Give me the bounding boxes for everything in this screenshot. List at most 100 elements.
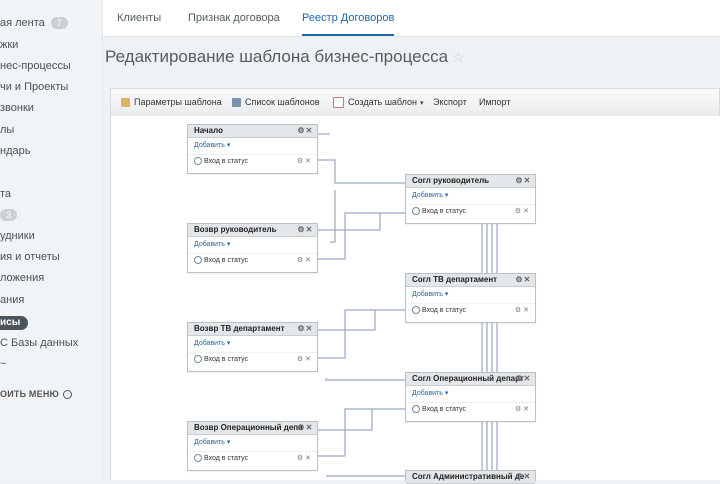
star-icon[interactable]: ☆ [452,49,465,65]
action-row[interactable]: Вход в статус ⚙ ✕ [188,352,317,367]
state-icon [412,207,420,216]
sidebar-item-business-processes[interactable]: нес-процессы [0,56,71,76]
add-action-link[interactable]: Добавить ▾ [188,338,317,350]
action-row[interactable]: Вход в статус ⚙ ✕ [406,303,535,318]
activity-block-approve-operations[interactable]: Согл Операционный департ ⚙✕ Добавить ▾ Вх… [405,372,536,422]
action-row[interactable]: Вход в статус ⚙ ✕ [406,204,535,219]
activity-block-approve-admin[interactable]: Согл Административный де ⚙✕ [405,470,536,484]
page-title-text: Редактирование шаблона бизнес-процесса [105,47,449,66]
action-label: Вход в статус [422,307,467,314]
activity-block-approve-tv-dept[interactable]: Согл ТВ департамент ⚙✕ Добавить ▾ Вход в … [405,273,536,323]
activity-block-return-operations[interactable]: Возвр Операционный депа ⚙✕ Добавить ▾ Вхо… [187,421,318,471]
action-label: Вход в статус [422,406,467,413]
state-icon [412,306,420,315]
sidebar-item-calls[interactable]: звонки [0,98,34,118]
close-icon[interactable]: ✕ [523,274,531,286]
add-action-link[interactable]: Добавить ▾ [188,239,317,251]
settings-icon[interactable]: ⚙ [297,125,305,137]
sidebar-item-files[interactable]: лы [0,120,14,140]
action-row[interactable]: Вход в статус ⚙ ✕ [188,451,317,466]
settings-icon[interactable]: ⚙ [515,274,523,286]
configure-menu-button[interactable]: ОИТЬ МЕНЮ [0,384,73,404]
close-icon[interactable]: ✕ [523,175,531,187]
block-header: Начало ⚙✕ [188,125,317,138]
block-title: Возвр ТВ департамент [194,324,285,333]
sidebar-item-label: ая лента [0,17,45,29]
add-action-link[interactable]: Добавить ▾ [406,289,535,301]
settings-icon[interactable]: ⚙ [297,158,303,165]
sidebar-item-label: ания [0,294,25,306]
sidebar-item-calendar[interactable]: ндарь [0,141,30,161]
settings-icon[interactable]: ⚙ [515,373,523,385]
export-button[interactable]: Экспорт [433,89,467,116]
settings-icon[interactable]: ⚙ [297,257,303,264]
sidebar-item-feed[interactable]: ая лента 7 [0,13,68,33]
settings-icon[interactable]: ⚙ [297,356,303,363]
block-header: Согл Административный де ⚙✕ [406,471,535,484]
settings-icon[interactable]: ⚙ [515,471,523,483]
settings-icon[interactable]: ⚙ [515,208,521,215]
action-row[interactable]: Вход в статус ⚙ ✕ [188,154,317,169]
sidebar-item-counter[interactable]: 3 [0,205,18,225]
template-list-button[interactable]: Список шаблонов [232,89,320,116]
block-title: Возвр руководитель [194,225,277,234]
add-label: Добавить [194,439,225,446]
close-icon[interactable]: ✕ [305,125,313,137]
tab-contracts-registry[interactable]: Реестр Договоров [302,0,395,36]
configure-menu-label: ОИТЬ МЕНЮ [0,389,60,399]
block-title: Начало [194,126,223,135]
close-icon[interactable]: ✕ [523,307,529,314]
settings-icon[interactable]: ⚙ [297,224,305,236]
block-controls: ⚙✕ [297,224,313,236]
settings-icon[interactable]: ⚙ [515,406,521,413]
sidebar-item-1c-database[interactable]: С Базы данных [0,333,78,353]
block-header: Возвр Операционный депа ⚙✕ [188,422,317,435]
activity-block-approve-manager[interactable]: Согл руководитель ⚙✕ Добавить ▾ Вход в ст… [405,174,536,224]
add-action-link[interactable]: Добавить ▾ [406,190,535,202]
close-icon[interactable]: ✕ [523,373,531,385]
settings-icon[interactable]: ⚙ [515,307,521,314]
close-icon[interactable]: ✕ [523,406,529,413]
template-params-button[interactable]: Параметры шаблона [121,89,222,116]
close-icon[interactable]: ✕ [305,356,311,363]
sidebar-item-company[interactable]: ания [0,290,24,310]
sidebar-item-more[interactable]: ~ [0,354,6,374]
sidebar-item-apps[interactable]: ложения [0,268,44,288]
add-action-link[interactable]: Добавить ▾ [188,140,317,152]
settings-icon[interactable]: ⚙ [297,455,303,462]
settings-icon[interactable]: ⚙ [297,422,305,434]
sidebar-item-2[interactable]: жки [0,35,18,55]
tab-clients[interactable]: Клиенты [117,0,161,36]
create-template-button[interactable]: Создать шаблон ▾ [333,89,424,116]
action-row[interactable]: Вход в статус ⚙ ✕ [406,402,535,417]
left-sidebar: ая лента 7 жки нес-процессы чи и Проекты … [0,0,103,480]
add-label: Добавить [412,291,443,298]
close-icon[interactable]: ✕ [523,208,529,215]
close-icon[interactable]: ✕ [305,455,311,462]
sidebar-item-employees[interactable]: удники [0,226,35,246]
close-icon[interactable]: ✕ [305,257,311,264]
close-icon[interactable]: ✕ [305,323,313,335]
sidebar-item-tasks[interactable]: чи и Проекты [0,77,68,97]
sidebar-item-reports[interactable]: ия и отчеты [0,247,60,267]
block-header: Согл Операционный департ ⚙✕ [406,373,535,386]
sidebar-item-label: звонки [0,102,34,114]
settings-icon[interactable]: ⚙ [297,323,305,335]
sidebar-item-processes-active[interactable]: исы [0,312,29,332]
import-button[interactable]: Импорт [479,89,510,116]
close-icon[interactable]: ✕ [523,471,531,483]
activity-block-start[interactable]: Начало ⚙✕ Добавить ▾ Вход в статус ⚙ ✕ [187,124,318,174]
list-icon [232,98,241,108]
state-icon [194,454,202,463]
add-action-link[interactable]: Добавить ▾ [188,437,317,449]
close-icon[interactable]: ✕ [305,158,311,165]
settings-icon[interactable]: ⚙ [515,175,523,187]
close-icon[interactable]: ✕ [305,422,313,434]
sidebar-item-mail[interactable]: та [0,184,11,204]
activity-block-return-tv-dept[interactable]: Возвр ТВ департамент ⚙✕ Добавить ▾ Вход в… [187,322,318,372]
activity-block-return-manager[interactable]: Возвр руководитель ⚙✕ Добавить ▾ Вход в с… [187,223,318,273]
add-action-link[interactable]: Добавить ▾ [406,388,535,400]
close-icon[interactable]: ✕ [305,224,313,236]
tab-contract-attribute[interactable]: Признак договора [188,0,280,36]
action-row[interactable]: Вход в статус ⚙ ✕ [188,253,317,268]
